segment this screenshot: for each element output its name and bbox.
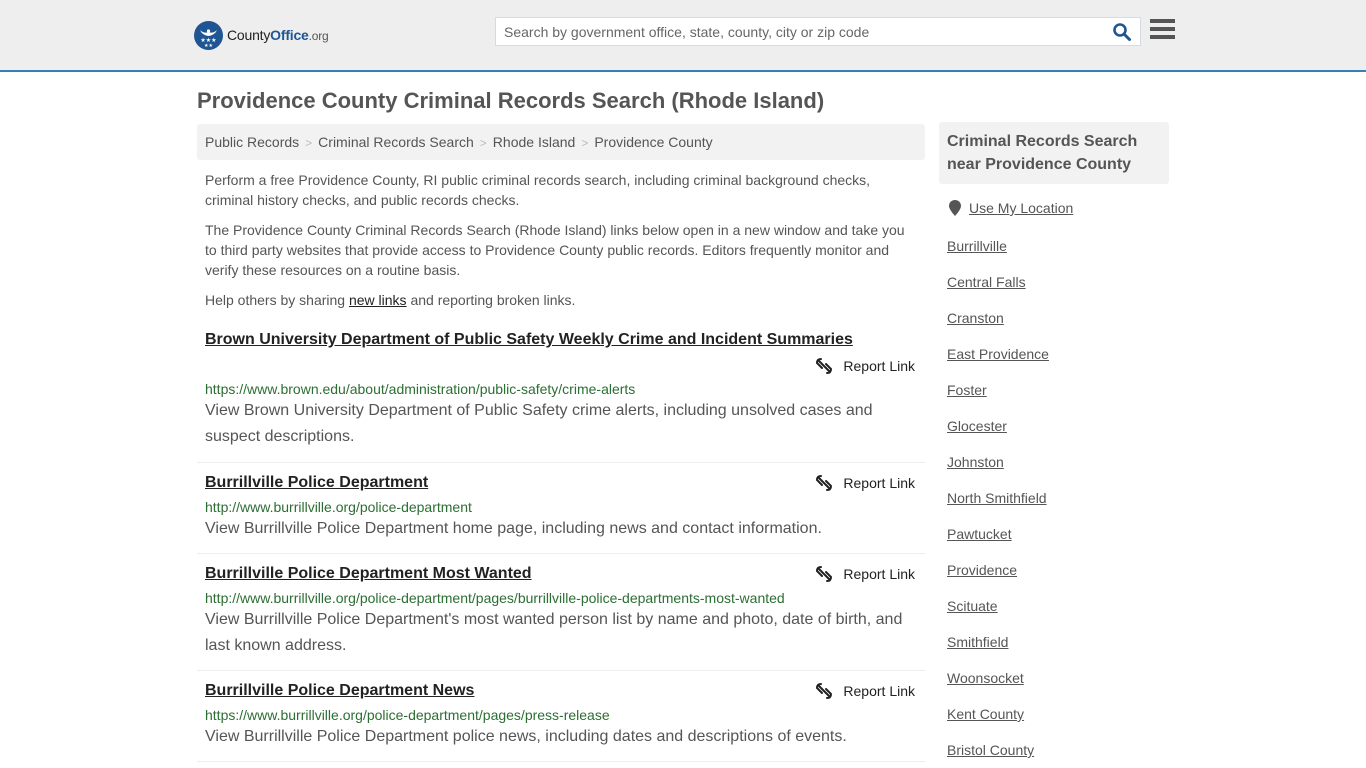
entry-title-link[interactable]: Brown University Department of Public Sa… bbox=[205, 329, 853, 351]
report-link-label: Report Link bbox=[843, 358, 915, 374]
broken-link-icon bbox=[816, 566, 833, 582]
map-pin-icon bbox=[949, 200, 961, 216]
sidebar-nearby-link[interactable]: Pawtucket bbox=[947, 526, 1012, 542]
sidebar-nearby-link[interactable]: Providence bbox=[947, 562, 1017, 578]
svg-text:★★: ★★ bbox=[204, 43, 213, 49]
use-my-location-link[interactable]: Use My Location bbox=[969, 200, 1073, 216]
record-entry: Burrillville Police Department News Repo… bbox=[197, 680, 925, 762]
site-logo[interactable]: ★★★ ★★ CountyOffice.org bbox=[194, 20, 329, 50]
sidebar-heading: Criminal Records Search near Providence … bbox=[939, 122, 1169, 184]
menu-bar-icon bbox=[1150, 27, 1175, 31]
entry-title-link[interactable]: Burrillville Police Department bbox=[205, 472, 428, 494]
page-title: Providence County Criminal Records Searc… bbox=[197, 88, 825, 113]
menu-bar-icon bbox=[1150, 35, 1175, 39]
report-link-button[interactable]: Report Link bbox=[815, 357, 915, 375]
search-button[interactable] bbox=[1112, 22, 1134, 42]
sidebar-nearby-link[interactable]: North Smithfield bbox=[947, 490, 1047, 506]
report-link-label: Report Link bbox=[843, 566, 915, 582]
sidebar-nearby-link[interactable]: East Providence bbox=[947, 346, 1049, 362]
sidebar-nearby-link[interactable]: Cranston bbox=[947, 310, 1004, 326]
report-link-button[interactable]: Report Link bbox=[815, 474, 915, 492]
entry-description: View Burrillville Police Department's mo… bbox=[205, 611, 903, 654]
broken-link-icon bbox=[816, 475, 833, 491]
share-text: Help others by sharing bbox=[205, 292, 349, 308]
new-links-link[interactable]: new links bbox=[349, 292, 407, 308]
report-link-button[interactable]: Report Link bbox=[815, 565, 915, 583]
entry-description: View Burrillville Police Department poli… bbox=[205, 728, 847, 745]
intro-paragraph: Perform a free Providence County, RI pub… bbox=[205, 172, 871, 208]
search-input[interactable] bbox=[504, 18, 1104, 45]
entry-description: View Brown University Department of Publ… bbox=[205, 402, 873, 445]
logo-eagle-icon: ★★★ ★★ bbox=[194, 20, 223, 50]
search-icon bbox=[1113, 23, 1131, 41]
breadcrumb-separator: > bbox=[581, 136, 589, 150]
entry-url: https://www.burrillville.org/police-depa… bbox=[205, 707, 610, 723]
broken-link-icon bbox=[816, 358, 833, 374]
share-text: and reporting broken links. bbox=[406, 292, 576, 308]
menu-bar-icon bbox=[1150, 19, 1175, 23]
use-my-location: Use My Location bbox=[949, 200, 1073, 216]
entry-url: https://www.brown.edu/about/administrati… bbox=[205, 381, 636, 397]
search-box bbox=[495, 17, 1141, 46]
header-divider bbox=[0, 70, 1366, 72]
breadcrumb-rhode-island[interactable]: Rhode Island bbox=[493, 134, 576, 150]
breadcrumb-separator: > bbox=[479, 136, 487, 150]
report-link-button[interactable]: Report Link bbox=[815, 682, 915, 700]
sidebar-nearby-link[interactable]: Bristol County bbox=[947, 742, 1034, 758]
record-entry: Brown University Department of Public Sa… bbox=[197, 329, 925, 463]
site-header: ★★★ ★★ CountyOffice.org bbox=[0, 0, 1366, 70]
breadcrumb-providence-county[interactable]: Providence County bbox=[594, 134, 712, 150]
sidebar-nearby-link[interactable]: Johnston bbox=[947, 454, 1004, 470]
sidebar-nearby-link[interactable]: Central Falls bbox=[947, 274, 1026, 290]
entry-description: View Burrillville Police Department home… bbox=[205, 520, 822, 537]
hamburger-menu-button[interactable] bbox=[1150, 19, 1175, 41]
breadcrumb: Public Records > Criminal Records Search > R… bbox=[197, 124, 925, 160]
sidebar-nearby-link[interactable]: Kent County bbox=[947, 706, 1024, 722]
entry-title-link[interactable]: Burrillville Police Department News bbox=[205, 680, 474, 702]
sidebar-nearby-link[interactable]: Woonsocket bbox=[947, 670, 1024, 686]
sidebar-nearby-link[interactable]: Burrillville bbox=[947, 238, 1007, 254]
sidebar-nearby-link[interactable]: Glocester bbox=[947, 418, 1007, 434]
logo-text: CountyOffice.org bbox=[227, 27, 329, 43]
record-entry: Burrillville Police Department Most Want… bbox=[197, 563, 925, 671]
report-link-label: Report Link bbox=[843, 683, 915, 699]
breadcrumb-criminal-records-search[interactable]: Criminal Records Search bbox=[318, 134, 474, 150]
breadcrumb-separator: > bbox=[305, 136, 313, 150]
report-link-label: Report Link bbox=[843, 475, 915, 491]
sidebar-nearby-link[interactable]: Smithfield bbox=[947, 634, 1008, 650]
disclaimer-paragraph: The Providence County Criminal Records S… bbox=[205, 222, 905, 278]
entry-title-link[interactable]: Burrillville Police Department Most Want… bbox=[205, 563, 532, 585]
sidebar-nearby-link[interactable]: Scituate bbox=[947, 598, 998, 614]
entry-url: http://www.burrillville.org/police-depar… bbox=[205, 590, 785, 606]
record-entry: Burrillville Police Department Report Li… bbox=[197, 472, 925, 554]
broken-link-icon bbox=[816, 683, 833, 699]
sidebar-nearby-link[interactable]: Foster bbox=[947, 382, 987, 398]
share-paragraph: Help others by sharing new links and rep… bbox=[205, 290, 915, 310]
entry-url: http://www.burrillville.org/police-depar… bbox=[205, 499, 472, 515]
breadcrumb-public-records[interactable]: Public Records bbox=[205, 134, 299, 150]
